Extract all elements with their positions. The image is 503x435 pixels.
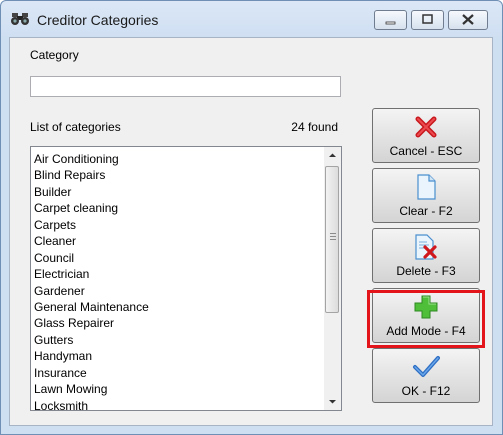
dialog-body: Category List of categories 24 found Air… <box>9 37 493 426</box>
ok-label: OK - F12 <box>401 384 451 398</box>
list-item[interactable]: Glass Repairer <box>34 315 149 331</box>
category-listbox[interactable]: Air Conditioning Blind Repairs Builder C… <box>30 146 342 411</box>
document-delete-icon <box>373 234 479 260</box>
add-mode-label: Add Mode - F4 <box>386 324 466 338</box>
ok-button[interactable]: OK - F12 <box>372 348 480 403</box>
category-input[interactable] <box>30 76 341 97</box>
scroll-up-button[interactable] <box>324 147 341 164</box>
thumb-grip <box>330 239 336 240</box>
list-item[interactable]: General Maintenance <box>34 299 149 315</box>
close-button[interactable] <box>448 10 488 30</box>
found-count: 24 found <box>291 120 338 134</box>
list-item[interactable]: Electrician <box>34 266 149 282</box>
green-plus-icon <box>373 294 479 320</box>
delete-label: Delete - F3 <box>396 264 456 278</box>
list-item[interactable]: Carpets <box>34 217 149 233</box>
minimize-icon <box>375 18 406 32</box>
scroll-thumb[interactable] <box>325 166 339 313</box>
thumb-grip <box>330 236 336 237</box>
cancel-label: Cancel - ESC <box>389 144 463 158</box>
list-item[interactable]: Builder <box>34 184 149 200</box>
list-item[interactable]: Lawn Mowing <box>34 381 149 397</box>
thumb-grip <box>330 233 336 234</box>
close-icon <box>449 14 487 32</box>
list-item[interactable]: Locksmith <box>34 398 149 410</box>
maximize-button[interactable] <box>411 10 444 30</box>
delete-button[interactable]: Delete - F3 <box>372 228 480 283</box>
category-label: Category <box>30 48 79 62</box>
scroll-down-button[interactable] <box>324 393 341 410</box>
scroll-down-arrow-icon <box>324 399 341 410</box>
blue-checkmark-icon <box>373 354 479 380</box>
blank-document-icon <box>373 174 479 200</box>
list-item[interactable]: Insurance <box>34 365 149 381</box>
list-item[interactable]: Gutters <box>34 332 149 348</box>
cancel-button[interactable]: Cancel - ESC <box>372 108 480 163</box>
list-item[interactable]: Gardener <box>34 283 149 299</box>
list-item[interactable]: Cleaner <box>34 233 149 249</box>
minimize-button[interactable] <box>374 10 407 30</box>
list-item[interactable]: Council <box>34 250 149 266</box>
window-title: Creditor Categories <box>37 12 159 28</box>
add-mode-button[interactable]: Add Mode - F4 <box>372 288 480 343</box>
list-item[interactable]: Carpet cleaning <box>34 200 149 216</box>
list-item[interactable]: Blind Repairs <box>34 167 149 183</box>
list-item[interactable]: Handyman <box>34 348 149 364</box>
list-item[interactable]: Air Conditioning <box>34 151 149 167</box>
scroll-up-arrow-icon <box>324 153 341 167</box>
binoculars-icon <box>11 12 29 26</box>
clear-label: Clear - F2 <box>399 204 453 218</box>
red-x-icon <box>373 114 479 140</box>
clear-button[interactable]: Clear - F2 <box>372 168 480 223</box>
list-scrollbar[interactable] <box>324 147 341 410</box>
title-bar[interactable]: Creditor Categories <box>1 1 502 37</box>
creditor-categories-window: Creditor Categories Category List of cat… <box>0 0 503 435</box>
list-label: List of categories <box>30 120 121 134</box>
category-items: Air Conditioning Blind Repairs Builder C… <box>34 151 149 410</box>
maximize-icon <box>412 14 443 32</box>
